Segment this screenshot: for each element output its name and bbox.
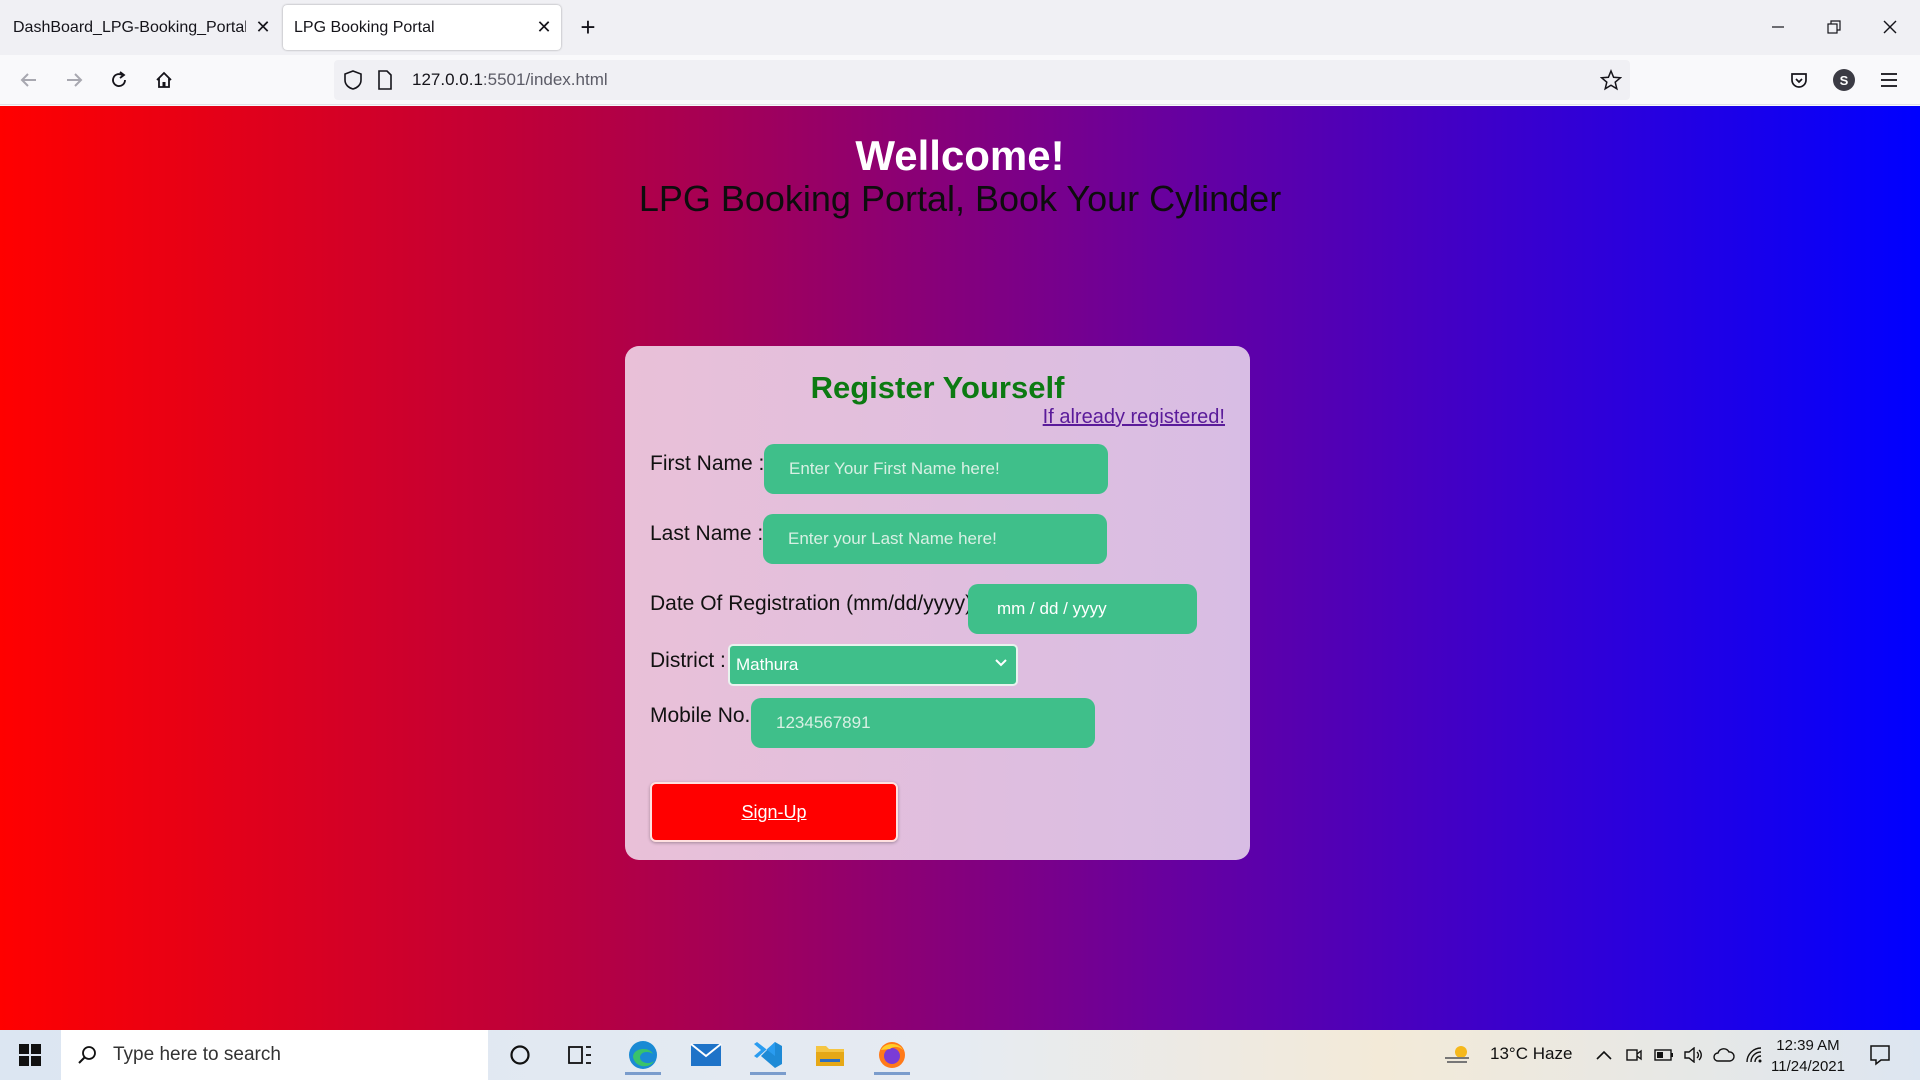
start-button[interactable]: [5, 1035, 55, 1075]
avatar-initial: S: [1839, 72, 1849, 88]
restore-icon: [1827, 20, 1841, 34]
meet-now-button[interactable]: [1620, 1035, 1648, 1075]
mail-taskbar-button[interactable]: [681, 1035, 731, 1075]
tab-lpg-booking-portal[interactable]: LPG Booking Portal ✕: [283, 5, 561, 50]
tab-dashboard[interactable]: DashBoard_LPG-Booking_Portal ✕: [0, 5, 280, 50]
browser-nav-bar: 127.0.0.1:5501/index.html S: [0, 55, 1920, 105]
vscode-icon: [754, 1042, 782, 1068]
url-path: :5501/index.html: [482, 70, 608, 89]
registration-form: Register Yourself If already registered!…: [625, 346, 1250, 860]
last-name-input[interactable]: Enter your Last Name here!: [763, 514, 1107, 564]
task-view-icon: [568, 1046, 591, 1064]
task-view-button[interactable]: [555, 1035, 605, 1075]
already-registered-link[interactable]: If already registered!: [1043, 406, 1225, 429]
date-input[interactable]: mm / dd / yyyy: [968, 584, 1197, 634]
date-label: Date Of Registration (mm/dd/yyyy):: [650, 592, 978, 615]
reload-button[interactable]: [102, 63, 136, 97]
first-name-label: First Name :: [650, 452, 765, 475]
tab-title: LPG Booking Portal: [294, 18, 435, 36]
vscode-taskbar-button[interactable]: [743, 1035, 793, 1075]
tray-overflow-button[interactable]: [1590, 1035, 1618, 1075]
edge-taskbar-button[interactable]: [618, 1035, 668, 1075]
active-indicator: [750, 1072, 786, 1075]
chevron-up-icon: [1596, 1050, 1612, 1060]
avatar: S: [1833, 69, 1855, 91]
signup-button[interactable]: Sign-Up: [650, 782, 898, 842]
new-tab-button[interactable]: +: [570, 10, 606, 46]
url-text[interactable]: 127.0.0.1:5501/index.html: [412, 70, 608, 90]
search-placeholder: Type here to search: [113, 1044, 281, 1065]
pocket-icon: [1791, 73, 1807, 88]
welcome-heading: Wellcome!: [855, 132, 1065, 179]
clock-time: 12:39 AM: [1776, 1037, 1840, 1054]
last-name-label: Last Name :: [650, 522, 764, 545]
battery-icon: [1654, 1049, 1673, 1061]
forward-button[interactable]: [57, 63, 91, 97]
camera-icon: [1626, 1049, 1642, 1061]
district-select[interactable]: Mathura: [728, 644, 1018, 686]
window-close-button[interactable]: [1862, 8, 1918, 46]
address-bar[interactable]: 127.0.0.1:5501/index.html: [334, 60, 1630, 100]
cortana-circle-icon: [510, 1045, 530, 1065]
back-button[interactable]: [12, 63, 46, 97]
firefox-icon: [879, 1042, 905, 1068]
mobile-input[interactable]: 1234567891: [751, 698, 1095, 748]
weather-widget[interactable]: [1437, 1035, 1477, 1075]
minimize-button[interactable]: [1750, 8, 1806, 46]
file-explorer-taskbar-button[interactable]: [805, 1035, 855, 1075]
close-icon: [1883, 20, 1897, 34]
active-indicator: [625, 1072, 661, 1075]
taskbar-clock[interactable]: 12:39 AM 11/24/2021: [1768, 1035, 1848, 1077]
cortana-button[interactable]: [495, 1035, 545, 1075]
onedrive-button[interactable]: [1710, 1035, 1738, 1075]
notification-icon: [1870, 1045, 1890, 1066]
edge-icon: [629, 1041, 657, 1069]
form-title: Register Yourself: [810, 370, 1065, 405]
home-icon: [156, 71, 172, 88]
page-viewport: Wellcome! LPG Booking Portal, Book Your …: [0, 106, 1920, 1030]
pocket-button[interactable]: [1782, 63, 1816, 97]
first-name-input[interactable]: Enter Your First Name here!: [764, 444, 1108, 494]
chevron-down-icon: [995, 659, 1007, 667]
mail-icon: [690, 1043, 722, 1066]
page-subtitle: LPG Booking Portal, Book Your Cylinder: [638, 178, 1282, 219]
arrow-left-icon: [20, 73, 36, 87]
windows-logo-icon: [19, 1044, 41, 1066]
volume-button[interactable]: [1680, 1035, 1708, 1075]
taskbar-search-box[interactable]: Type here to search: [61, 1030, 488, 1080]
weather-text[interactable]: 13°C Haze: [1490, 1044, 1572, 1064]
url-host: 127.0.0.1: [412, 70, 483, 89]
notification-center-button[interactable]: [1855, 1035, 1905, 1075]
reload-icon: [112, 71, 126, 87]
hamburger-menu-icon: [1881, 73, 1897, 87]
arrow-right-icon: [67, 73, 83, 87]
menu-button[interactable]: [1872, 63, 1906, 97]
district-value: Mathura: [736, 655, 799, 674]
mobile-label: Mobile No.: [650, 704, 751, 727]
folder-icon: [816, 1046, 844, 1066]
search-icon: [78, 1046, 96, 1064]
close-icon[interactable]: ✕: [246, 17, 280, 38]
district-label: District :: [650, 649, 726, 672]
speaker-icon: [1684, 1047, 1702, 1063]
restore-button[interactable]: [1806, 8, 1862, 46]
clock-date: 11/24/2021: [1771, 1058, 1845, 1075]
active-indicator: [874, 1072, 910, 1075]
browser-tab-bar: DashBoard_LPG-Booking_Portal ✕ LPG Booki…: [0, 0, 1920, 55]
battery-button[interactable]: [1650, 1035, 1678, 1075]
minimize-icon: [1772, 26, 1784, 28]
page-icon[interactable]: [374, 69, 396, 91]
star-icon[interactable]: [1600, 69, 1622, 91]
account-button[interactable]: S: [1827, 63, 1861, 97]
firefox-taskbar-button[interactable]: [867, 1035, 917, 1075]
weather-haze-icon: [1445, 1046, 1469, 1063]
home-button[interactable]: [147, 63, 181, 97]
shield-icon[interactable]: [342, 69, 364, 91]
windows-taskbar: Type here to search 13°C Haze 12:39 AM 1…: [0, 1030, 1920, 1080]
tab-title: DashBoard_LPG-Booking_Portal: [13, 18, 246, 36]
cloud-icon: [1713, 1048, 1735, 1062]
close-icon[interactable]: ✕: [527, 17, 561, 38]
wifi-icon: [1746, 1047, 1762, 1063]
network-button[interactable]: [1740, 1035, 1768, 1075]
